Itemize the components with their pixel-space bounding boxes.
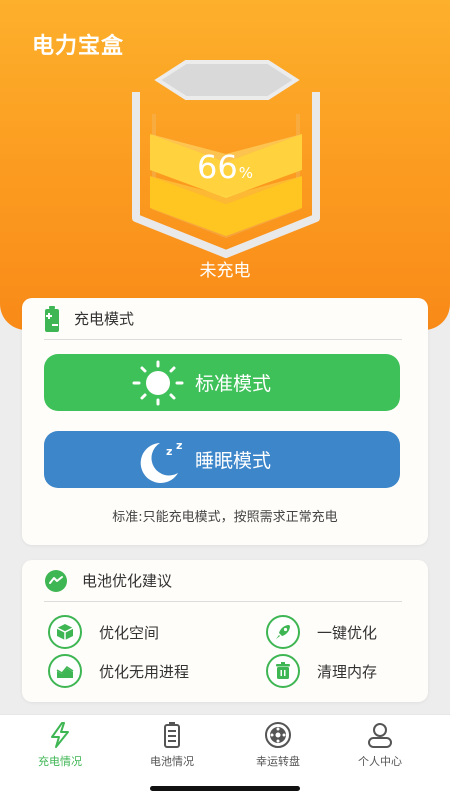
battery-percent-sign: % xyxy=(238,164,253,182)
optimize-process-item[interactable]: 优化无用进程 xyxy=(48,654,189,688)
svg-text:z: z xyxy=(176,439,182,452)
clean-memory-label: 清理内存 xyxy=(317,662,378,681)
person-icon xyxy=(368,723,392,748)
tab-profile[interactable]: 个人中心 xyxy=(324,721,436,773)
tab-profile-label: 个人中心 xyxy=(358,755,402,768)
one-click-optimize-item[interactable]: 一键优化 xyxy=(266,615,377,649)
wheel-icon xyxy=(265,722,291,748)
svg-text:z: z xyxy=(166,445,172,458)
sleep-mode-label: 睡眠模式 xyxy=(194,450,271,472)
tab-lucky-wheel-label: 幸运转盘 xyxy=(256,755,300,768)
charge-mode-card: 充电模式 标准模式 z z 睡眠模式 标准:只能充电模式，按照需求正常充电 xyxy=(22,298,428,545)
battery-icon xyxy=(45,305,59,332)
trash-icon xyxy=(266,654,300,688)
home-indicator xyxy=(150,786,300,791)
rocket-icon xyxy=(266,615,300,649)
charge-status: 未充电 xyxy=(199,261,251,281)
standard-mode-button[interactable]: 标准模式 xyxy=(44,354,400,411)
hero-header: 电力宝盒 66% 未充电 xyxy=(0,0,450,330)
charge-mode-title: 充电模式 xyxy=(74,310,135,328)
sleep-mode-button[interactable]: z z 睡眠模式 xyxy=(44,431,400,488)
tab-battery-label: 电池情况 xyxy=(150,755,194,768)
optimize-space-label: 优化空间 xyxy=(99,623,160,642)
chart-icon xyxy=(48,654,82,688)
sun-icon xyxy=(132,360,184,406)
battery-percent: 66% xyxy=(0,148,450,186)
moon-icon: z z xyxy=(140,439,182,483)
standard-mode-label: 标准模式 xyxy=(194,373,271,395)
one-click-optimize-label: 一键优化 xyxy=(317,623,378,642)
mode-hint: 标准:只能充电模式，按照需求正常充电 xyxy=(112,510,338,525)
tab-charging[interactable]: 充电情况 xyxy=(4,721,116,773)
optimize-grid: 优化空间 一键优化 优化无用进程 清理内存 xyxy=(22,560,428,702)
optimize-space-item[interactable]: 优化空间 xyxy=(48,615,159,649)
battery-percent-value: 66 xyxy=(197,148,238,186)
tab-battery[interactable]: 电池情况 xyxy=(116,721,228,773)
tab-charging-label: 充电情况 xyxy=(38,755,82,768)
app-title: 电力宝盒 xyxy=(32,34,125,59)
charge-mode-header: 充电模式 xyxy=(44,298,402,340)
optimize-process-label: 优化无用进程 xyxy=(99,662,190,681)
lightning-icon xyxy=(51,722,69,748)
clean-memory-item[interactable]: 清理内存 xyxy=(266,654,377,688)
battery-icon xyxy=(164,722,180,748)
box-icon xyxy=(48,615,82,649)
optimize-card: 电池优化建议 优化空间 一键优化 优化无用进程 清理内存 xyxy=(22,560,428,702)
tab-lucky-wheel[interactable]: 幸运转盘 xyxy=(222,721,334,773)
